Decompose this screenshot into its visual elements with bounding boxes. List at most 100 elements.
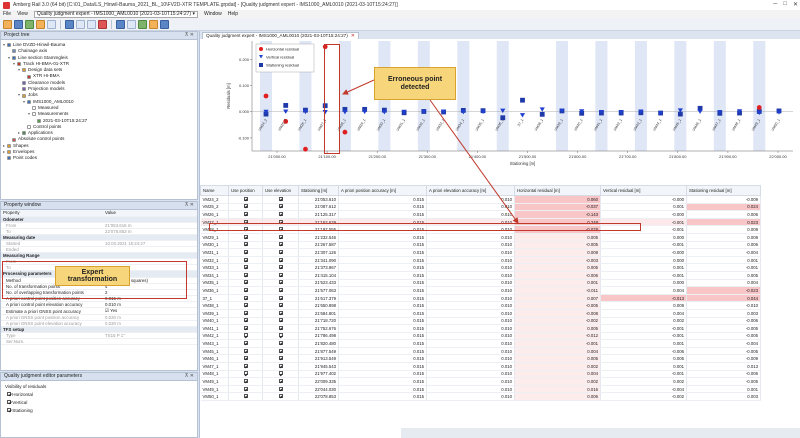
use-elevation-cell[interactable] <box>262 263 299 272</box>
use-elevation-checkbox[interactable] <box>278 379 283 384</box>
column-header[interactable]: A priori elevation accuracy [m] <box>426 185 515 196</box>
menu-help[interactable]: Help <box>228 11 238 17</box>
horizontal-visibility-toggle[interactable]: Horizontal <box>7 392 197 397</box>
use-position-cell[interactable] <box>228 324 263 333</box>
table-row[interactable]: VM49_1 22'044.030 0.015 0.010 0.016 -0.004 0.0… <box>200 385 761 394</box>
use-position-checkbox[interactable] <box>243 386 248 391</box>
column-header[interactable]: Use position <box>228 185 263 196</box>
use-elevation-cell[interactable] <box>262 377 299 386</box>
use-elevation-checkbox[interactable] <box>278 341 283 346</box>
use-elevation-cell[interactable] <box>262 392 299 402</box>
column-header[interactable]: Name <box>200 185 229 196</box>
new-project-icon[interactable] <box>25 19 34 29</box>
use-position-checkbox[interactable] <box>243 234 248 239</box>
property-row[interactable]: Estimate a priori GNSS point accuracy ☑ Y… <box>1 307 197 315</box>
use-position-checkbox[interactable] <box>243 325 248 330</box>
table-row[interactable]: VM39_1 21'684.801 0.015 0.010 -0.008 0.004 0.0… <box>200 309 761 318</box>
use-elevation-checkbox[interactable] <box>278 318 283 323</box>
open-folder-icon[interactable] <box>3 19 12 29</box>
table-row[interactable]: VM41_1 21'752.676 0.015 0.010 0.005 -0.001 -0.… <box>200 324 761 333</box>
table-row[interactable]: VM24_2 21'053.610 0.015 0.010 0.060 -0.000 -0.… <box>200 195 761 204</box>
use-position-cell[interactable] <box>228 347 263 356</box>
use-elevation-checkbox[interactable] <box>278 249 283 254</box>
pin-icon[interactable]: ⊼ ✕ <box>185 32 194 39</box>
use-position-cell[interactable] <box>228 233 263 242</box>
use-elevation-checkbox[interactable] <box>278 371 283 376</box>
use-position-checkbox[interactable] <box>243 341 248 346</box>
tree-node[interactable]: Point codes <box>3 155 197 161</box>
use-elevation-checkbox[interactable] <box>278 394 283 399</box>
table-row[interactable]: VM33_1 21'373.967 0.015 0.010 0.005 0.001 -0.0… <box>200 263 761 272</box>
use-elevation-checkbox[interactable] <box>278 310 283 315</box>
use-elevation-cell[interactable] <box>262 248 299 257</box>
table-row[interactable]: VM49_1 22'009.335 0.015 0.010 0.002 0.002 -0.0… <box>200 377 761 386</box>
use-elevation-checkbox[interactable] <box>278 303 283 308</box>
use-elevation-cell[interactable] <box>262 233 299 242</box>
use-position-cell[interactable] <box>228 317 263 326</box>
cut-icon[interactable] <box>65 19 74 29</box>
use-elevation-cell[interactable] <box>262 271 299 280</box>
use-position-cell[interactable] <box>228 332 263 341</box>
use-position-cell[interactable] <box>228 392 263 402</box>
use-elevation-checkbox[interactable] <box>278 257 283 262</box>
use-elevation-checkbox[interactable] <box>278 272 283 277</box>
copy-icon[interactable] <box>76 19 85 29</box>
table-row[interactable]: VM31_1 21'307.126 0.015 0.010 0.008 -0.000 -0.… <box>200 248 761 257</box>
table-icon[interactable] <box>127 19 136 29</box>
use-elevation-checkbox[interactable] <box>278 204 283 209</box>
table-row[interactable]: VM29_1 21'232.546 0.015 0.010 0.005 0.000 0.00… <box>200 233 761 242</box>
use-position-checkbox[interactable] <box>243 249 248 254</box>
use-position-checkbox[interactable] <box>243 356 248 361</box>
use-position-checkbox[interactable] <box>243 257 248 262</box>
table-row[interactable]: VM43_1 21'820.480 0.015 0.010 -0.001 0.001 -0.… <box>200 339 761 348</box>
table-row[interactable]: VM47_1 21'945.543 0.015 0.010 0.002 0.001 0.01… <box>200 362 761 371</box>
use-position-checkbox[interactable] <box>243 348 248 353</box>
use-elevation-checkbox[interactable] <box>278 265 283 270</box>
table-row[interactable]: VM38_1 21'650.898 0.015 0.010 -0.005 0.009 -0.… <box>200 301 761 310</box>
use-position-checkbox[interactable] <box>243 265 248 270</box>
use-elevation-cell[interactable] <box>262 354 299 364</box>
table-row[interactable]: VM25_2 21'087.612 0.015 0.010 -0.037 0.001 0.0… <box>200 203 761 212</box>
use-elevation-cell[interactable] <box>262 339 299 348</box>
column-header[interactable]: Horizontal residual [m] <box>514 185 601 196</box>
use-position-cell[interactable] <box>228 210 263 219</box>
use-position-checkbox[interactable] <box>243 295 248 300</box>
use-elevation-cell[interactable] <box>262 347 299 356</box>
table-row[interactable]: VM34_1 21'415.104 0.015 0.010 -0.006 -0.001 0.… <box>200 271 761 280</box>
table-row[interactable]: VM26_1 21'125.317 0.015 0.010 -0.143 -0.000 0.… <box>200 210 761 219</box>
vertical-visibility-toggle[interactable]: Vertical <box>7 400 197 405</box>
maximize-icon[interactable]: □ <box>783 1 787 8</box>
table-row[interactable]: 37_1 21'617.379 0.015 0.010 0.007 -0.013 0.044 <box>200 294 761 303</box>
use-position-cell[interactable] <box>228 203 263 212</box>
use-elevation-checkbox[interactable] <box>278 333 283 338</box>
menu-file[interactable]: File <box>3 11 11 17</box>
use-position-cell[interactable] <box>228 286 263 295</box>
import-icon[interactable] <box>36 19 45 29</box>
use-elevation-checkbox[interactable] <box>278 242 283 247</box>
calculate-icon[interactable] <box>138 19 147 29</box>
use-position-cell[interactable] <box>228 279 263 288</box>
menu-window[interactable]: Window <box>204 11 222 17</box>
use-position-cell[interactable] <box>228 385 263 394</box>
menu-view[interactable]: View <box>17 11 28 17</box>
stationing-checkbox[interactable] <box>7 408 11 412</box>
use-elevation-cell[interactable] <box>262 279 299 288</box>
use-position-checkbox[interactable] <box>243 272 248 277</box>
use-position-cell[interactable] <box>228 256 263 265</box>
use-elevation-checkbox[interactable] <box>278 363 283 368</box>
pin-icon[interactable]: ⊼ ✕ <box>185 202 194 209</box>
column-header[interactable]: Stationing residual [m] <box>686 185 761 196</box>
save-icon[interactable] <box>14 19 23 29</box>
use-elevation-checkbox[interactable] <box>278 356 283 361</box>
use-position-cell[interactable] <box>228 354 263 364</box>
use-position-checkbox[interactable] <box>243 318 248 323</box>
use-position-checkbox[interactable] <box>243 287 248 292</box>
use-elevation-cell[interactable] <box>262 195 299 204</box>
use-position-checkbox[interactable] <box>243 379 248 384</box>
use-elevation-checkbox[interactable] <box>278 325 283 330</box>
paste-icon[interactable] <box>87 19 96 29</box>
table-row[interactable]: VM35_1 21'523.433 0.015 0.010 0.001 0.000 0.00… <box>200 279 761 288</box>
table-row[interactable]: VM50_1 22'078.853 0.015 0.010 0.006 -0.002 0.0… <box>200 392 761 402</box>
table-row[interactable]: VM48_1 21'977.402 0.015 0.010 0.004 -0.001 -0.… <box>200 370 761 379</box>
use-elevation-checkbox[interactable] <box>278 211 283 216</box>
